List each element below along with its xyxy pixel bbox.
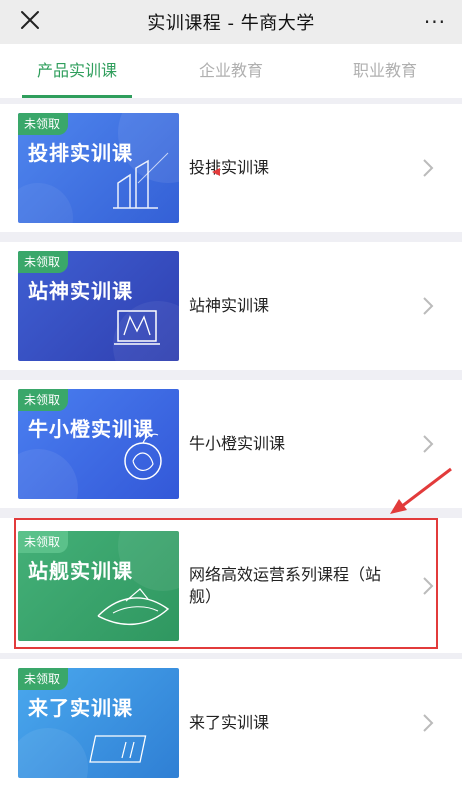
- thumbnail-title: 投排实训课: [28, 141, 133, 165]
- chevron-right-icon: [423, 159, 434, 177]
- chevron-right-icon: [423, 297, 434, 315]
- close-icon[interactable]: [18, 8, 42, 32]
- course-thumbnail: 未领取 牛小橙实训课: [18, 389, 179, 499]
- course-name: 投排实训课: [189, 158, 270, 177]
- thumbnail-title: 来了实训课: [28, 696, 133, 720]
- course-card[interactable]: 未领取 站神实训课 站神实训课: [0, 242, 462, 370]
- course-card[interactable]: 未领取 来了实训课 来了实训课: [0, 659, 462, 787]
- tab-career-education[interactable]: 职业教育: [308, 44, 462, 98]
- cursor-marker-icon: [212, 168, 220, 176]
- chevron-right-icon: [423, 435, 434, 453]
- tab-bar: 产品实训课 企业教育 职业教育: [0, 44, 462, 98]
- course-thumbnail: 未领取 站神实训课: [18, 251, 179, 361]
- highlight-box: [14, 518, 438, 649]
- thumbnail-title: 牛小橙实训课: [28, 417, 154, 441]
- top-bar: 实训课程 - 牛商大学 ···: [0, 0, 462, 44]
- course-name: 牛小橙实训课: [189, 434, 286, 453]
- thumbnail-title: 站神实训课: [28, 279, 133, 303]
- tab-enterprise-education[interactable]: 企业教育: [154, 44, 308, 98]
- course-name: 来了实训课: [189, 713, 270, 732]
- course-card[interactable]: 未领取 投排实训课 投排实训课: [0, 104, 462, 232]
- chevron-right-icon: [423, 714, 434, 732]
- status-badge: 未领取: [18, 389, 69, 411]
- page-title: 实训课程 - 牛商大学: [147, 13, 315, 34]
- course-name: 站神实训课: [189, 296, 270, 315]
- status-badge: 未领取: [18, 113, 69, 135]
- status-badge: 未领取: [18, 668, 69, 690]
- course-thumbnail: 未领取 投排实训课: [18, 113, 179, 223]
- tab-product-training[interactable]: 产品实训课: [0, 44, 154, 98]
- more-icon[interactable]: ···: [424, 10, 446, 34]
- annotation-arrow-icon: [390, 467, 452, 514]
- status-badge: 未领取: [18, 251, 69, 273]
- course-thumbnail: 未领取 来了实训课: [18, 668, 179, 778]
